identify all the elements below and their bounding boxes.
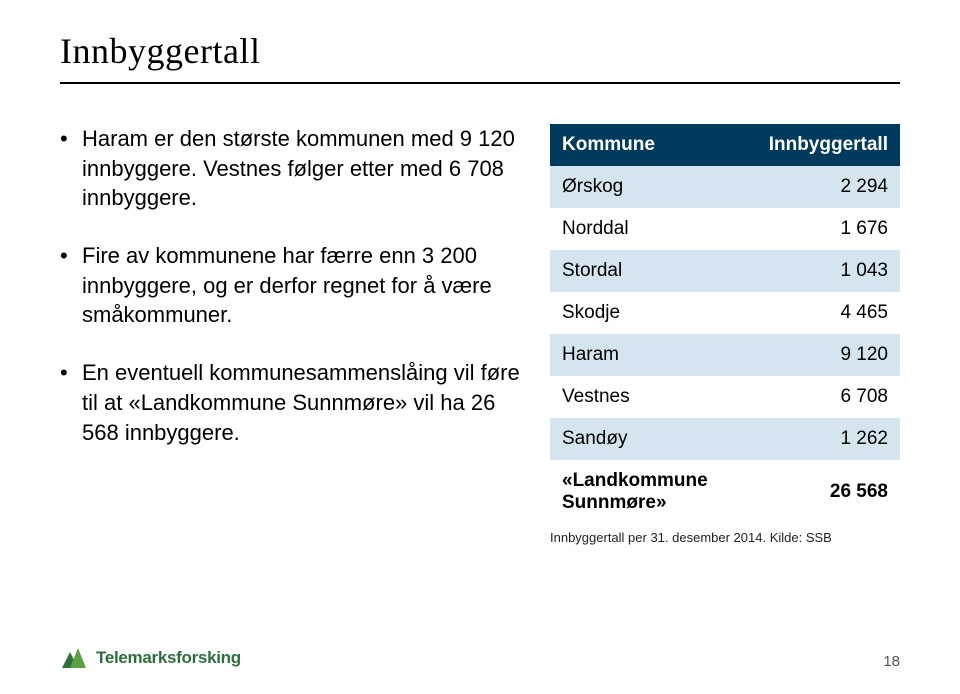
cell-value: 26 568 xyxy=(757,460,900,524)
table-row: Ørskog 2 294 xyxy=(550,166,900,208)
slide: Innbyggertall Haram er den største kommu… xyxy=(0,0,960,694)
table-source: Innbyggertall per 31. desember 2014. Kil… xyxy=(550,530,900,545)
table-column: Kommune Innbyggertall Ørskog 2 294 Nordd… xyxy=(550,124,900,545)
page-number: 18 xyxy=(883,653,900,670)
logo: Telemarksforsking xyxy=(60,646,241,670)
logo-icon xyxy=(60,646,88,670)
cell-name: Vestnes xyxy=(550,376,757,418)
content-row: Haram er den største kommunen med 9 120 … xyxy=(60,124,900,545)
list-item: Haram er den største kommunen med 9 120 … xyxy=(60,124,520,213)
list-item: Fire av kommunene har færre enn 3 200 in… xyxy=(60,241,520,330)
cell-name: Sandøy xyxy=(550,418,757,460)
table-row: Skodje 4 465 xyxy=(550,292,900,334)
cell-name: Ørskog xyxy=(550,166,757,208)
footer: Telemarksforsking 18 xyxy=(60,646,900,670)
table-row: Norddal 1 676 xyxy=(550,208,900,250)
cell-name: «Landkommune Sunnmøre» xyxy=(550,460,757,524)
bullet-column: Haram er den største kommunen med 9 120 … xyxy=(60,124,520,545)
logo-text: Telemarksforsking xyxy=(96,648,241,668)
col-kommune: Kommune xyxy=(550,124,757,166)
list-item: En eventuell kommunesammenslåing vil før… xyxy=(60,358,520,447)
table-row: Stordal 1 043 xyxy=(550,250,900,292)
cell-name: Stordal xyxy=(550,250,757,292)
table-header-row: Kommune Innbyggertall xyxy=(550,124,900,166)
col-innbyggertall: Innbyggertall xyxy=(757,124,900,166)
population-table: Kommune Innbyggertall Ørskog 2 294 Nordd… xyxy=(550,124,900,524)
title-rule xyxy=(60,82,900,84)
page-title: Innbyggertall xyxy=(60,30,900,72)
table-row: Haram 9 120 xyxy=(550,334,900,376)
cell-value: 6 708 xyxy=(757,376,900,418)
cell-value: 4 465 xyxy=(757,292,900,334)
table-row: Sandøy 1 262 xyxy=(550,418,900,460)
cell-value: 1 676 xyxy=(757,208,900,250)
table-row: Vestnes 6 708 xyxy=(550,376,900,418)
bullet-list: Haram er den største kommunen med 9 120 … xyxy=(60,124,520,447)
table-row-total: «Landkommune Sunnmøre» 26 568 xyxy=(550,460,900,524)
cell-name: Skodje xyxy=(550,292,757,334)
cell-value: 1 262 xyxy=(757,418,900,460)
cell-value: 9 120 xyxy=(757,334,900,376)
cell-value: 1 043 xyxy=(757,250,900,292)
cell-value: 2 294 xyxy=(757,166,900,208)
cell-name: Haram xyxy=(550,334,757,376)
cell-name: Norddal xyxy=(550,208,757,250)
